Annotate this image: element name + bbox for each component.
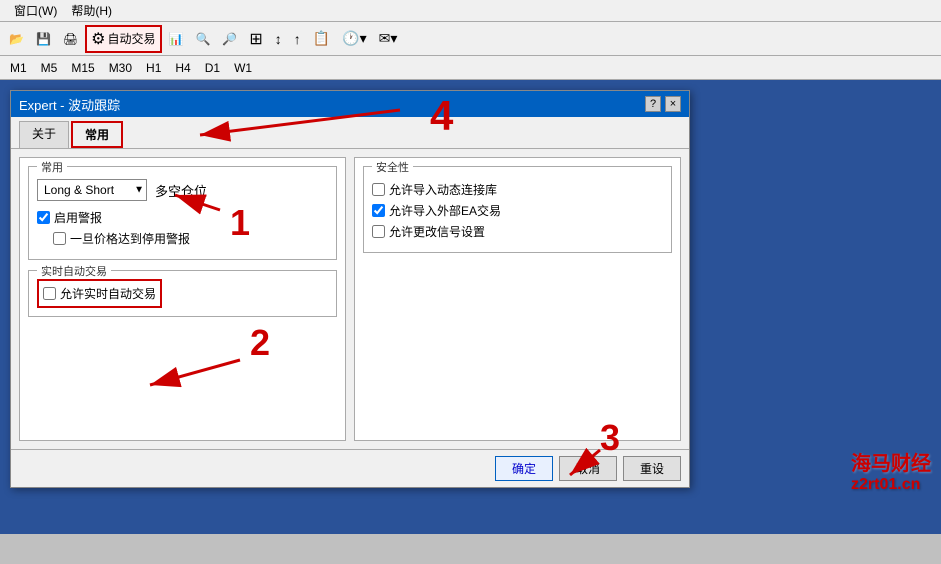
- period-icon: ↑: [294, 31, 301, 47]
- security-group: 安全性 允许导入动态连接库 允许导入外部EA交易 允许更改信号设置: [363, 166, 672, 253]
- tf-h4[interactable]: H4: [169, 59, 196, 77]
- dialog-title-bar: Expert - 波动跟踪 ? ×: [11, 91, 689, 117]
- menu-window[interactable]: 窗口(W): [8, 1, 63, 20]
- expert-dialog: Expert - 波动跟踪 ? × 关于 常用 常用: [10, 90, 690, 488]
- dialog-title-controls: ? ×: [645, 96, 681, 112]
- auto-trade-label: 自动交易: [107, 30, 155, 47]
- position-row: Long & Short Long Only Short Only ▼ 多空仓位: [37, 179, 328, 201]
- realtime-checkbox[interactable]: [43, 287, 56, 300]
- signal-checkbox[interactable]: [372, 225, 385, 238]
- dialog-close-btn[interactable]: ×: [665, 96, 681, 112]
- print-icon: 🖨: [63, 32, 78, 46]
- tf-m1[interactable]: M1: [4, 59, 33, 77]
- menu-help[interactable]: 帮助(H): [65, 1, 118, 20]
- save-icon: 💾: [36, 32, 51, 46]
- cancel-btn[interactable]: 取消: [559, 456, 617, 481]
- zoom-out-icon: 🔎: [222, 32, 237, 46]
- ea-checkbox-row: 允许导入外部EA交易: [372, 202, 663, 219]
- tab-common[interactable]: 常用: [71, 121, 123, 148]
- realtime-label: 允许实时自动交易: [60, 285, 156, 302]
- timeframe-bar: M1 M5 M15 M30 H1 H4 D1 W1: [0, 56, 941, 80]
- tf-m15[interactable]: M15: [65, 59, 100, 77]
- chart-icon: 📊: [169, 32, 184, 46]
- grid-icon: ⊞: [249, 29, 262, 49]
- price-alert-checkbox[interactable]: [53, 232, 66, 245]
- alert-label: 启用警报: [54, 209, 102, 226]
- right-panel: 安全性 允许导入动态连接库 允许导入外部EA交易 允许更改信号设置: [354, 157, 681, 441]
- tab-about[interactable]: 关于: [19, 121, 69, 148]
- common-group: 常用 Long & Short Long Only Short Only ▼: [28, 166, 337, 260]
- toolbar-print-btn[interactable]: 🖨: [58, 29, 83, 49]
- dll-label: 允许导入动态连接库: [389, 181, 497, 198]
- toolbar-clock-btn[interactable]: 🕐▾: [337, 27, 371, 50]
- toolbar-zoom-in-btn[interactable]: 🔍: [190, 29, 215, 49]
- realtime-group-title: 实时自动交易: [37, 263, 111, 279]
- toolbar-period-btn[interactable]: ↑: [289, 28, 306, 50]
- tf-w1[interactable]: W1: [228, 59, 258, 77]
- dropdown-label: 多空仓位: [155, 181, 207, 200]
- realtime-inner: 允许实时自动交易: [37, 279, 162, 308]
- dialog-title: Expert - 波动跟踪: [19, 95, 120, 114]
- toolbar-save-btn[interactable]: 💾: [31, 29, 56, 49]
- template-icon: 📋: [313, 30, 330, 47]
- dll-checkbox[interactable]: [372, 183, 385, 196]
- ea-label: 允许导入外部EA交易: [389, 202, 501, 219]
- signal-checkbox-row: 允许更改信号设置: [372, 223, 663, 240]
- tf-h1[interactable]: H1: [140, 59, 167, 77]
- signal-label: 允许更改信号设置: [389, 223, 485, 240]
- toolbar-chart-btn[interactable]: 📊: [164, 29, 189, 49]
- chart-area: Expert - 波动跟踪 ? × 关于 常用 常用: [0, 80, 941, 534]
- tf-d1[interactable]: D1: [199, 59, 226, 77]
- toolbar: 📂 💾 🖨 ⚙ 自动交易 📊 🔍 🔎 ⊞ ↕ ↑ 📋 🕐▾ ✉▾: [0, 22, 941, 56]
- toolbar-grid-btn[interactable]: ⊞: [244, 26, 267, 52]
- dialog-help-btn[interactable]: ?: [645, 96, 661, 112]
- confirm-btn[interactable]: 确定: [495, 456, 553, 481]
- tf-m5[interactable]: M5: [35, 59, 64, 77]
- price-alert-label: 一旦价格达到停用警报: [70, 230, 190, 247]
- toolbar-mail-btn[interactable]: ✉▾: [374, 27, 403, 50]
- reset-btn[interactable]: 重设: [623, 456, 681, 481]
- position-dropdown[interactable]: Long & Short Long Only Short Only: [37, 179, 147, 201]
- alert-checkbox[interactable]: [37, 211, 50, 224]
- dialog-body: 常用 Long & Short Long Only Short Only ▼: [11, 149, 689, 449]
- folder-icon: 📂: [9, 32, 24, 46]
- tf-m30[interactable]: M30: [103, 59, 138, 77]
- security-group-title: 安全性: [372, 159, 413, 175]
- common-group-title: 常用: [37, 159, 67, 175]
- realtime-checkbox-row: 允许实时自动交易: [43, 285, 156, 302]
- toolbar-indicator-btn[interactable]: ↕: [270, 28, 287, 50]
- realtime-group: 实时自动交易 允许实时自动交易: [28, 270, 337, 317]
- toolbar-template-btn[interactable]: 📋: [308, 27, 335, 50]
- left-panel: 常用 Long & Short Long Only Short Only ▼: [19, 157, 346, 441]
- ea-checkbox[interactable]: [372, 204, 385, 217]
- dll-checkbox-row: 允许导入动态连接库: [372, 181, 663, 198]
- alert-checkbox-row: 启用警报: [37, 209, 328, 226]
- menu-bar: 窗口(W) 帮助(H): [0, 0, 941, 22]
- auto-trade-icon: ⚙: [91, 29, 105, 49]
- dropdown-wrapper: Long & Short Long Only Short Only ▼: [37, 179, 147, 201]
- price-alert-checkbox-row: 一旦价格达到停用警报: [53, 230, 328, 247]
- auto-trade-btn[interactable]: ⚙ 自动交易: [85, 25, 161, 53]
- toolbar-zoom-out-btn[interactable]: 🔎: [217, 29, 242, 49]
- zoom-in-icon: 🔍: [195, 32, 210, 46]
- dialog-footer: 确定 取消 重设: [11, 449, 689, 487]
- dialog-tabs: 关于 常用: [11, 117, 689, 149]
- mail-icon: ✉▾: [379, 30, 398, 47]
- dialog-overlay: Expert - 波动跟踪 ? × 关于 常用 常用: [0, 80, 941, 534]
- toolbar-open-btn[interactable]: 📂: [4, 29, 29, 49]
- clock-icon: 🕐▾: [342, 30, 366, 47]
- indicator-icon: ↕: [275, 31, 282, 47]
